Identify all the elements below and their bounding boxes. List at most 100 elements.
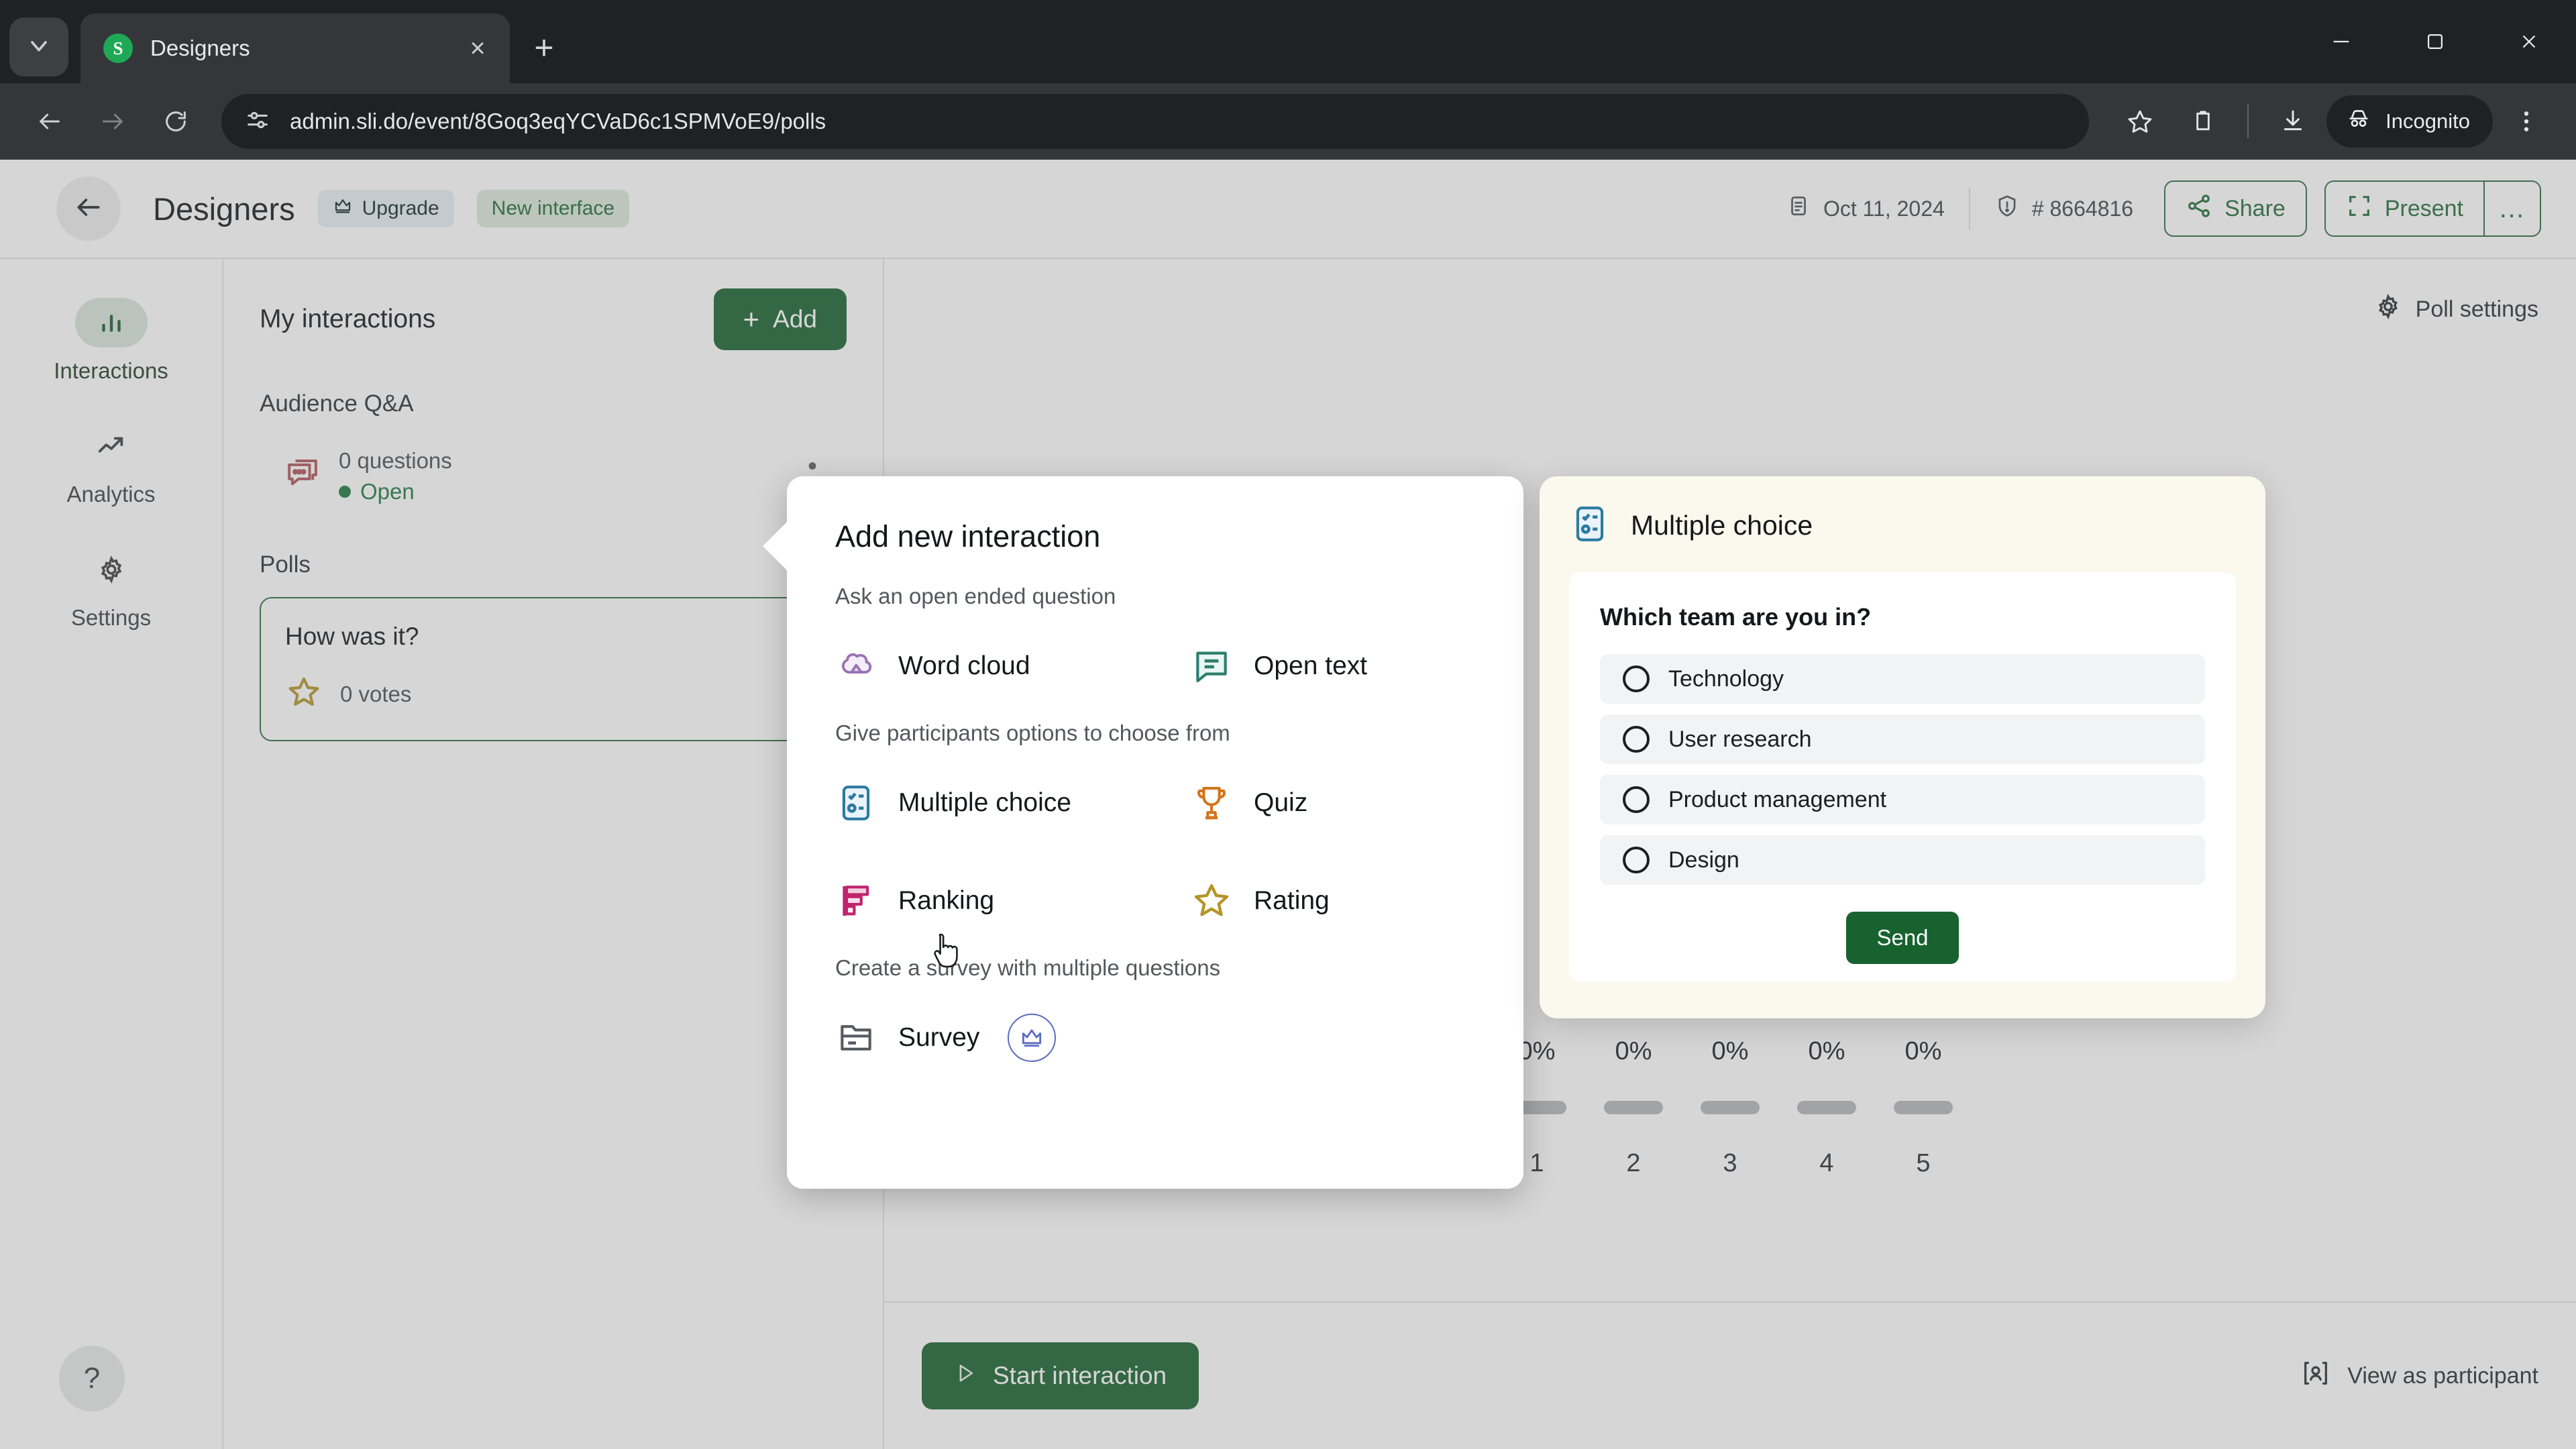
- add-interaction-button[interactable]: + Add: [713, 288, 847, 350]
- maximize-icon[interactable]: [2388, 0, 2482, 83]
- present-more-button[interactable]: …: [2483, 180, 2541, 237]
- bookmark-star-icon[interactable]: [2110, 92, 2169, 151]
- play-icon: [954, 1362, 977, 1391]
- option-quiz[interactable]: Quiz: [1191, 766, 1475, 840]
- sidebar-item-interactions[interactable]: Interactions: [0, 298, 222, 384]
- event-code: # 8664816: [1994, 193, 2133, 224]
- downloads-icon[interactable]: [2263, 92, 2322, 151]
- view-as-participant-button[interactable]: View as participant: [2300, 1358, 2538, 1395]
- radio-icon[interactable]: [1623, 726, 1650, 753]
- option-label: Multiple choice: [898, 788, 1071, 817]
- profile-label: Incognito: [2385, 109, 2470, 133]
- detail-bottom-bar: Start interaction View as participant: [884, 1301, 2576, 1449]
- view-as-participant-label: View as participant: [2347, 1362, 2538, 1389]
- list-item[interactable]: 0 questions Open •••: [260, 436, 847, 517]
- new-tab-button[interactable]: +: [521, 24, 568, 71]
- close-icon[interactable]: ×: [462, 35, 494, 62]
- chart-category-label: 3: [1723, 1149, 1737, 1177]
- send-button[interactable]: Send: [1846, 912, 1959, 964]
- toolbar-divider: [2247, 105, 2249, 138]
- preview-option[interactable]: Product management: [1600, 775, 2205, 824]
- radio-icon[interactable]: [1623, 786, 1650, 813]
- extensions-icon[interactable]: [2174, 92, 2233, 151]
- crown-icon: [1008, 1014, 1057, 1062]
- chart-value-label: 0%: [1615, 1037, 1652, 1065]
- app-header: Designers Upgrade New interface Oct 11, …: [0, 160, 2576, 259]
- sidebar-item-label: Analytics: [66, 482, 156, 506]
- status-badge-label: Open: [360, 479, 415, 504]
- address-bar[interactable]: admin.sli.do/event/8Goq3eqYCVaD6c1SPMVoE…: [221, 94, 2090, 149]
- page-viewport: Designers Upgrade New interface Oct 11, …: [0, 160, 2576, 1449]
- chart-column: 0% 3: [1682, 1037, 1778, 1178]
- start-interaction-button[interactable]: Start interaction: [922, 1342, 1199, 1409]
- sidebar-item-settings[interactable]: Settings: [0, 545, 222, 631]
- reload-icon[interactable]: [146, 92, 205, 151]
- tab-strip: S Designers × +: [0, 0, 2576, 83]
- option-open-text[interactable]: Open text: [1191, 629, 1475, 703]
- poll-settings-label: Poll settings: [2415, 297, 2538, 322]
- share-button[interactable]: Share: [2164, 180, 2307, 237]
- sidebar-item-analytics[interactable]: Analytics: [0, 421, 222, 507]
- share-icon: [2186, 193, 2212, 225]
- new-interface-chip-label: New interface: [491, 197, 615, 219]
- radio-icon[interactable]: [1623, 847, 1650, 873]
- option-rating[interactable]: Rating: [1191, 864, 1475, 938]
- option-word-cloud[interactable]: Word cloud: [835, 629, 1191, 703]
- radio-icon[interactable]: [1623, 665, 1650, 692]
- help-button[interactable]: ?: [59, 1346, 125, 1411]
- detail-toolbar: Poll settings: [884, 259, 2576, 327]
- option-survey[interactable]: Survey: [835, 1001, 979, 1075]
- arrow-left-icon: [74, 193, 103, 225]
- chart-value-label: 0%: [1904, 1037, 1942, 1065]
- forward-icon[interactable]: [83, 92, 142, 151]
- bar-chart-icon: [74, 298, 148, 347]
- chart-category-label: 2: [1626, 1149, 1641, 1177]
- option-ranking[interactable]: Ranking: [835, 864, 1191, 938]
- info-shield-icon[interactable]: [1994, 193, 2020, 224]
- chrome-menu-icon[interactable]: [2497, 92, 2556, 151]
- interactions-list-title: My interactions: [260, 305, 436, 333]
- sidebar-nav: Interactions Analytics Settings ?: [0, 259, 223, 1449]
- trending-up-icon: [75, 421, 148, 471]
- profile-chip[interactable]: Incognito: [2326, 95, 2493, 148]
- close-icon[interactable]: [2482, 0, 2576, 83]
- tab-search-button[interactable]: [9, 17, 68, 76]
- preview-option[interactable]: Technology: [1600, 654, 2205, 704]
- list-item[interactable]: How was it? 0 votes •••: [260, 597, 847, 741]
- back-to-events-button[interactable]: [56, 176, 121, 241]
- url-text: admin.sli.do/event/8Goq3eqYCVaD6c1SPMVoE…: [290, 109, 826, 133]
- sidebar-item-label: Settings: [70, 605, 152, 630]
- upgrade-chip[interactable]: Upgrade: [317, 190, 454, 227]
- add-interaction-popover: Add new interaction Ask an open ended qu…: [763, 476, 1523, 1189]
- option-label: Open text: [1254, 651, 1368, 680]
- present-button[interactable]: Present: [2324, 180, 2483, 237]
- popover-option-grid: Multiple choice Quiz Ranking Rating: [835, 766, 1475, 938]
- popover-section-label: Give participants options to choose from: [835, 720, 1230, 745]
- chart-value-label: 0%: [1711, 1037, 1749, 1065]
- start-interaction-label: Start interaction: [993, 1362, 1167, 1389]
- status-badge: Open: [339, 479, 452, 504]
- upgrade-chip-label: Upgrade: [362, 197, 439, 219]
- participant-view-icon: [2300, 1358, 2331, 1395]
- chart-column: 0% 5: [1875, 1037, 1972, 1178]
- back-icon[interactable]: [20, 92, 79, 151]
- sidebar-item-label: Interactions: [54, 358, 168, 383]
- option-multiple-choice[interactable]: Multiple choice: [835, 766, 1191, 840]
- popover-option-grid: Word cloud Open text: [835, 629, 1475, 703]
- new-interface-chip[interactable]: New interface: [476, 190, 630, 227]
- poll-settings-button[interactable]: Poll settings: [2374, 292, 2538, 327]
- chart-column: 0% 4: [1778, 1037, 1875, 1178]
- fullscreen-icon: [2346, 193, 2373, 225]
- popover-option-row: Survey: [835, 1001, 1475, 1075]
- preview-option-label: Product management: [1668, 786, 1887, 812]
- preview-option[interactable]: User research: [1600, 714, 2205, 764]
- preview-option-label: User research: [1668, 726, 1812, 752]
- minimize-icon[interactable]: [2294, 0, 2388, 83]
- preview-option[interactable]: Design: [1600, 835, 2205, 885]
- event-code-label: # 8664816: [2031, 196, 2134, 221]
- chart-column: 0% 2: [1585, 1037, 1682, 1178]
- crown-icon: [333, 196, 353, 221]
- page-settings-icon[interactable]: [244, 107, 271, 137]
- browser-tab[interactable]: S Designers ×: [80, 13, 510, 83]
- vote-count: 0 votes: [340, 681, 412, 706]
